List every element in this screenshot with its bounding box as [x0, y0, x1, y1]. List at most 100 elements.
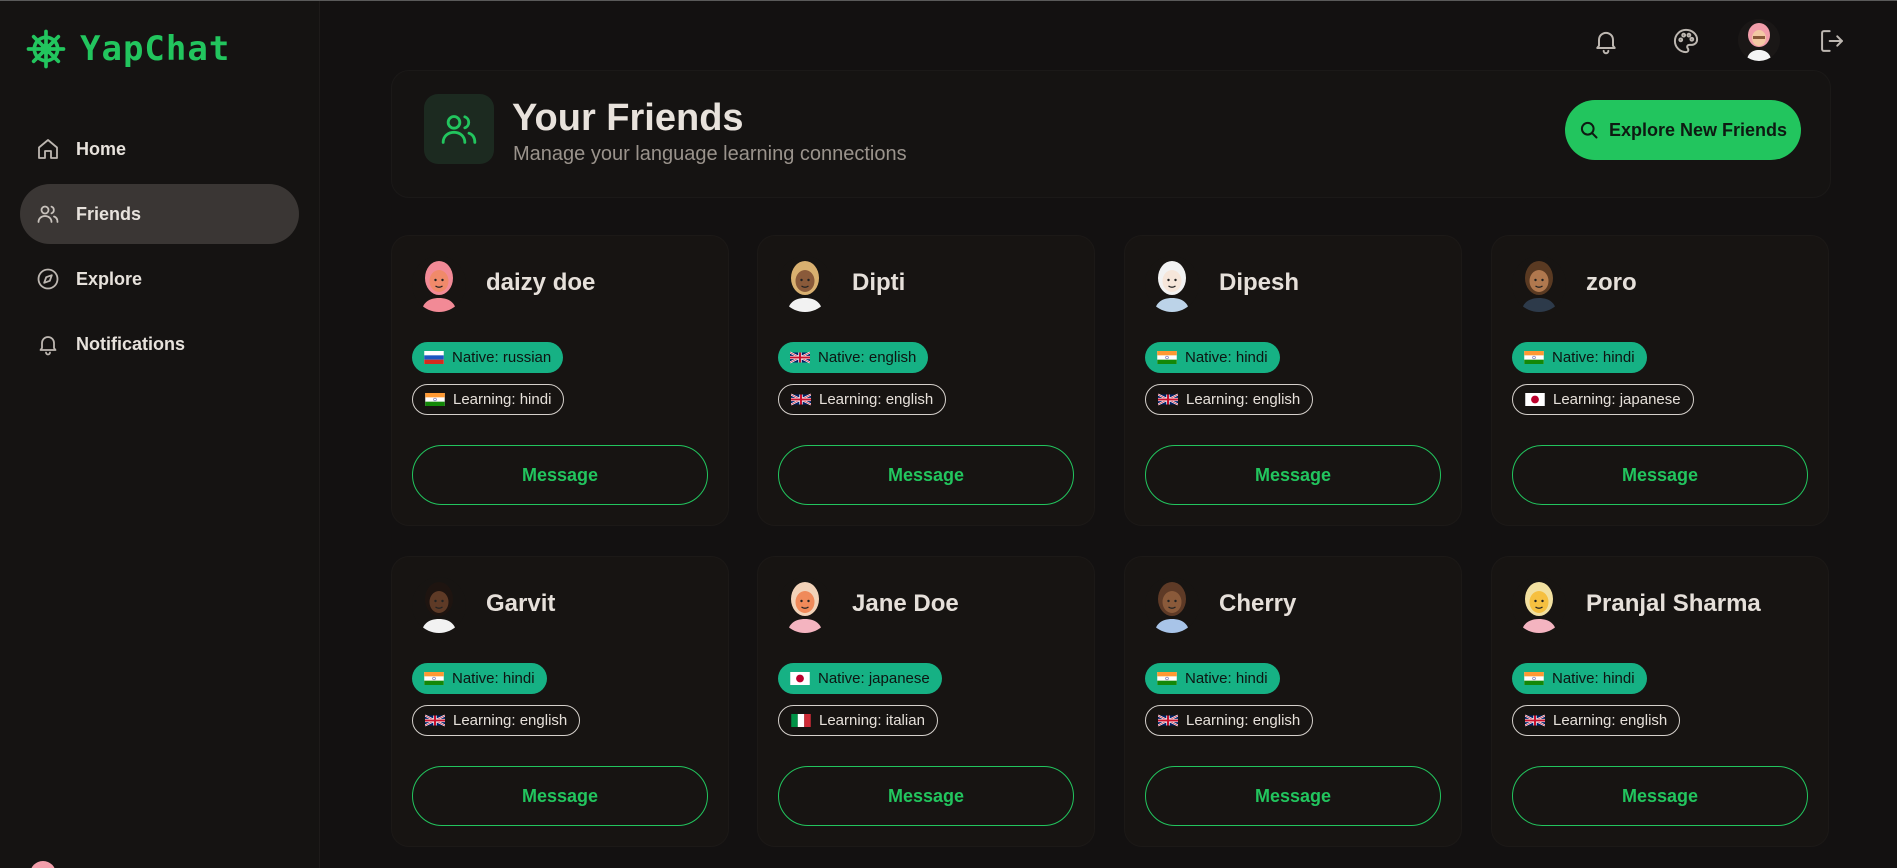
brand[interactable]: YapChat — [26, 29, 230, 69]
message-button[interactable]: Message — [412, 445, 708, 505]
friends-header: Your Friends Manage your language learni… — [391, 70, 1831, 198]
learning-language-badge: Learning: italian — [778, 705, 938, 736]
in-flag-icon — [1157, 672, 1177, 685]
native-language-badge: Native: russian — [412, 342, 564, 373]
bell-icon — [1596, 31, 1616, 55]
learning-language-badge: Learning: english — [1145, 705, 1314, 736]
explore-button-label: Explore New Friends — [1608, 119, 1788, 140]
friend-name: Cherry — [1219, 590, 1297, 617]
native-language-badge: Native: english — [778, 342, 929, 373]
in-flag-icon — [1524, 351, 1544, 364]
message-button[interactable]: Message — [1145, 766, 1441, 826]
sidebar-item-label: Friends — [76, 203, 142, 224]
sidebar-item-label: Notifications — [76, 333, 186, 354]
jp-flag-icon — [790, 672, 810, 685]
learning-language-label: Learning: english — [1186, 391, 1301, 408]
native-language-label: Native: hindi — [1552, 670, 1635, 687]
learning-language-label: Learning: english — [819, 391, 934, 408]
native-language-label: Native: hindi — [1185, 349, 1268, 366]
user-avatar[interactable] — [1738, 19, 1780, 61]
friend-name: Garvit — [486, 590, 556, 617]
gb-flag-icon — [790, 351, 810, 364]
native-language-label: Native: russian — [452, 349, 552, 366]
friend-avatar[interactable] — [412, 577, 466, 633]
friend-avatar[interactable] — [778, 256, 832, 312]
native-language-label: Native: hindi — [452, 670, 535, 687]
sidebar-item-home[interactable]: Home — [20, 119, 299, 179]
native-language-badge: Native: hindi — [1512, 663, 1647, 694]
friend-name: daizy doe — [486, 269, 596, 296]
message-button[interactable]: Message — [1512, 445, 1808, 505]
native-language-label: Native: english — [818, 349, 917, 366]
learning-language-badge: Learning: english — [1145, 384, 1314, 415]
native-language-badge: Native: hindi — [1512, 342, 1647, 373]
native-language-badge: Native: japanese — [778, 663, 942, 694]
learning-language-badge: Learning: english — [412, 705, 581, 736]
sidebar-item-label: Home — [76, 138, 127, 159]
search-icon — [1580, 121, 1598, 139]
gb-flag-icon — [425, 714, 445, 727]
ship-wheel-icon — [26, 29, 66, 69]
message-button[interactable]: Message — [1145, 445, 1441, 505]
learning-language-label: Learning: english — [1553, 712, 1668, 729]
friend-avatar[interactable] — [1145, 577, 1199, 633]
friend-card: Garvit Native: hindi Learning: english Mess… — [391, 556, 729, 847]
sidebar-item-label: Explore — [76, 268, 143, 289]
avatar-image — [1738, 19, 1780, 61]
explore-new-friends-button[interactable]: Explore New Friends — [1565, 100, 1801, 160]
in-flag-icon — [1524, 672, 1544, 685]
jp-flag-icon — [1525, 393, 1545, 406]
friend-card: Dipti Native: english Learning: english Mes… — [757, 235, 1095, 526]
theme-button[interactable] — [1669, 22, 1703, 60]
friend-card: zoro Native: hindi Learning: japanese Messa… — [1491, 235, 1829, 526]
sidebar-item-friends[interactable]: Friends — [20, 184, 299, 244]
sidebar: YapChat Home Friends Explore Notificatio… — [0, 1, 320, 868]
sidebar-nav: Home Friends Explore Notifications — [20, 119, 299, 379]
gb-flag-icon — [1525, 714, 1545, 727]
learning-language-label: Learning: english — [453, 712, 568, 729]
sidebar-user-avatar[interactable] — [30, 861, 56, 868]
native-language-badge: Native: hindi — [412, 663, 547, 694]
friend-name: Jane Doe — [852, 590, 959, 617]
message-button[interactable]: Message — [778, 445, 1074, 505]
friend-name: Pranjal Sharma — [1586, 590, 1761, 617]
sidebar-item-explore[interactable]: Explore — [20, 249, 299, 309]
friend-card: Jane Doe Native: japanese Learning: italia… — [757, 556, 1095, 847]
in-flag-icon — [425, 393, 445, 406]
users-icon — [37, 205, 59, 223]
learning-language-label: Learning: english — [1186, 712, 1301, 729]
bell-icon — [39, 336, 57, 356]
friend-avatar[interactable] — [1512, 577, 1566, 633]
native-language-label: Native: japanese — [818, 670, 930, 687]
friend-card: Dipesh Native: hindi Learning: english Mess… — [1124, 235, 1462, 526]
page-subtitle: Manage your language learning connection… — [513, 143, 907, 165]
friend-card: Cherry Native: hindi Learning: english Mess… — [1124, 556, 1462, 847]
learning-language-badge: Learning: japanese — [1512, 384, 1694, 415]
message-button[interactable]: Message — [778, 766, 1074, 826]
friend-avatar[interactable] — [1145, 256, 1199, 312]
message-button[interactable]: Message — [412, 766, 708, 826]
brand-name: YapChat — [80, 29, 231, 69]
friend-card: daizy doe Native: russian Learning: hindi M… — [391, 235, 729, 526]
friend-avatar[interactable] — [1512, 256, 1566, 312]
logout-button[interactable] — [1815, 22, 1849, 60]
page-title: Your Friends — [512, 97, 744, 139]
ru-flag-icon — [424, 351, 444, 364]
native-language-label: Native: hindi — [1552, 349, 1635, 366]
learning-language-label: Learning: italian — [819, 712, 925, 729]
friend-card: Pranjal Sharma Native: hindi Learning: eng… — [1491, 556, 1829, 847]
friend-avatar[interactable] — [412, 256, 466, 312]
native-language-badge: Native: hindi — [1145, 663, 1280, 694]
learning-language-label: Learning: japanese — [1553, 391, 1681, 408]
users-icon — [441, 115, 477, 144]
gb-flag-icon — [791, 393, 811, 406]
sidebar-item-notifications[interactable]: Notifications — [20, 314, 299, 374]
friend-avatar[interactable] — [778, 577, 832, 633]
compass-icon — [37, 268, 59, 290]
in-flag-icon — [1157, 351, 1177, 364]
message-button[interactable]: Message — [1512, 766, 1808, 826]
logout-icon — [1821, 30, 1843, 52]
notifications-button[interactable] — [1589, 22, 1623, 60]
native-language-label: Native: hindi — [1185, 670, 1268, 687]
gb-flag-icon — [1158, 714, 1178, 727]
